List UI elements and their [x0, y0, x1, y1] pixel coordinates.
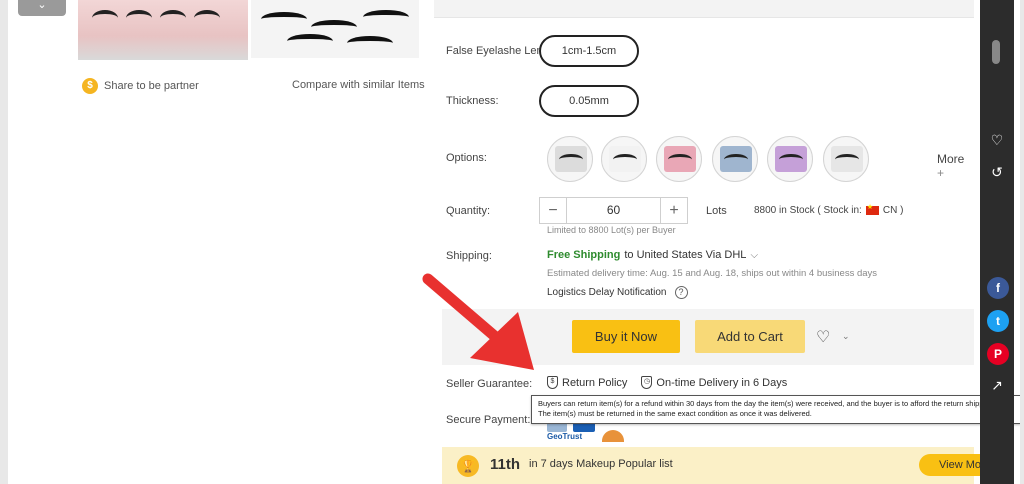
lash-shape [287, 34, 333, 48]
return-policy-item[interactable]: $ Return Policy [547, 376, 627, 389]
share-icon[interactable]: ↗ [987, 375, 1007, 395]
lash-shape [311, 20, 357, 34]
option-swatch-3[interactable] [656, 136, 702, 182]
product-image-2[interactable] [251, 0, 419, 58]
swatch-image [555, 146, 587, 172]
top-strip [434, 0, 974, 18]
heart-icon[interactable]: ♡ [987, 130, 1007, 150]
clock-shield-icon: ◷ [641, 376, 653, 389]
swatch-image [775, 146, 807, 172]
free-shipping-text: Free Shipping [547, 249, 621, 261]
thickness-option-pill[interactable]: 0.05mm [539, 85, 639, 117]
add-to-cart-button[interactable]: Add to Cart [695, 320, 805, 353]
stock-country: CN ) [882, 205, 904, 216]
purchase-bar: Buy it Now Add to Cart ♡ ⌄ [442, 309, 974, 365]
shipping-label: Shipping: [446, 250, 492, 262]
chevron-down-icon: ⌄ [37, 0, 47, 11]
question-icon[interactable]: ? [674, 286, 688, 299]
option-swatch-4[interactable] [712, 136, 758, 182]
quantity-label: Quantity: [446, 205, 491, 217]
option-swatch-2[interactable] [601, 136, 647, 182]
more-label: More [937, 152, 965, 166]
thickness-label: Thickness: [446, 95, 499, 107]
rail-scrollbar[interactable] [992, 40, 1000, 64]
delivery-label: On-time Delivery in 6 Days [656, 376, 788, 389]
chevron-down-icon[interactable]: ⌄ [842, 331, 850, 342]
popular-rank: 11th [490, 456, 521, 473]
share-label: Share to be partner [104, 80, 199, 92]
lash-shape [347, 36, 393, 50]
quantity-input[interactable]: 60 [566, 198, 661, 223]
delivery-estimate: Estimated delivery time: Aug. 15 and Aug… [547, 268, 878, 279]
buy-now-button[interactable]: Buy it Now [572, 320, 680, 353]
collapse-gallery-button[interactable]: ⌄ [18, 0, 66, 16]
quantity-stepper: − 60 + [539, 197, 688, 224]
option-swatch-1[interactable] [547, 136, 593, 182]
stock-info: 8800 in Stock ( Stock in: CN ) [754, 203, 904, 216]
swatch-image [609, 146, 641, 172]
stock-text: 8800 in Stock ( Stock in: [754, 205, 862, 216]
swatch-image [831, 146, 863, 172]
china-flag-icon [865, 203, 879, 215]
compare-link[interactable]: Compare with similar Items [292, 79, 425, 91]
pinterest-icon[interactable]: P [987, 343, 1009, 365]
lash-shape [363, 10, 409, 24]
return-policy-label: Return Policy [562, 376, 628, 389]
dollar-shield-icon: $ [547, 376, 558, 389]
shipping-selector[interactable]: Free Shipping to United States Via DHL ⌵ [547, 249, 758, 261]
facebook-icon[interactable]: f [987, 277, 1009, 299]
lash-shape [126, 10, 152, 26]
purchase-limit: Limited to 8800 Lot(s) per Buyer [547, 225, 676, 235]
secure-payment-label: Secure Payment: [446, 414, 531, 426]
option-swatch-6[interactable] [823, 136, 869, 182]
logistics-delay-notice: Logistics Delay Notification ? [547, 286, 688, 299]
swatch-image [720, 146, 752, 172]
lash-shape [160, 10, 186, 26]
more-options-button[interactable]: More + [937, 152, 974, 180]
shipping-destination: to United States Via DHL [624, 249, 747, 261]
lash-shape [92, 10, 118, 26]
trophy-icon: 🏆 [457, 455, 479, 477]
chevron-down-icon: ⌵ [750, 249, 759, 261]
lash-shape [194, 10, 220, 26]
popular-list-banner: 🏆 11th in 7 days Makeup Popular list Vie… [442, 447, 999, 484]
return-policy-tooltip: Buyers can return item(s) for a refund w… [531, 395, 1020, 424]
geotrust-logo: GeoTrust [547, 432, 583, 441]
guarantee-list: $ Return Policy ◷ On-time Delivery in 6 … [547, 376, 787, 389]
product-image-1[interactable] [78, 0, 248, 60]
seller-guarantee-label: Seller Guarantee: [446, 378, 533, 390]
swatch-image [664, 146, 696, 172]
lash-shape [261, 12, 307, 26]
page-frame: ⌄ $ Share to be partner Compare with sim… [8, 0, 1020, 484]
side-rail: ♡ ↺ f t P ↗ [980, 0, 1014, 484]
plus-icon: + [937, 166, 945, 180]
quantity-increase-button[interactable]: + [661, 198, 687, 223]
coin-icon: $ [82, 78, 98, 94]
quantity-decrease-button[interactable]: − [540, 198, 566, 223]
delay-text: Logistics Delay Notification [547, 287, 667, 298]
history-icon[interactable]: ↺ [987, 162, 1007, 182]
on-time-delivery-item[interactable]: ◷ On-time Delivery in 6 Days [641, 376, 787, 389]
popular-list-text: in 7 days Makeup Popular list [529, 458, 673, 470]
share-partner-link[interactable]: $ Share to be partner [82, 78, 199, 94]
twitter-icon[interactable]: t [987, 310, 1009, 332]
length-option-pill[interactable]: 1cm-1.5cm [539, 35, 639, 67]
options-label: Options: [446, 152, 487, 164]
security-seal-icon [602, 430, 624, 442]
option-swatch-5[interactable] [767, 136, 813, 182]
heart-icon[interactable]: ♡ [816, 327, 830, 347]
quantity-unit: Lots [706, 205, 727, 217]
